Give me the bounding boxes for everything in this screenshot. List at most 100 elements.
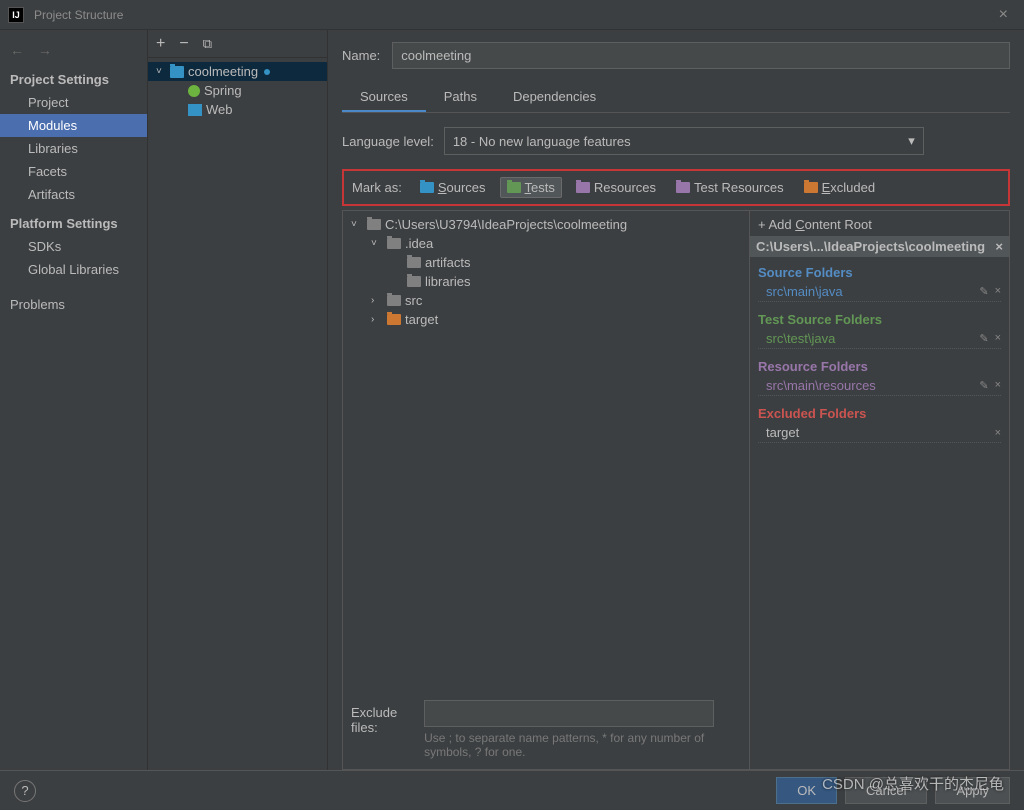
edit-icon[interactable]: ✎ — [979, 332, 988, 345]
language-level-select[interactable]: 18 - No new language features ▾ — [444, 127, 924, 155]
close-icon[interactable]: × — [991, 6, 1016, 24]
remove-root-icon[interactable]: × — [995, 239, 1003, 254]
tab-sources[interactable]: Sources — [342, 83, 426, 112]
help-icon[interactable]: ? — [14, 780, 36, 802]
dir-label: libraries — [425, 274, 471, 289]
exclude-files-input[interactable] — [424, 700, 714, 727]
mark-excluded-button[interactable]: Excluded — [798, 178, 881, 197]
chevron-down-icon: ▾ — [908, 133, 915, 149]
folder-path: src\main\java — [766, 284, 843, 299]
nav-facets[interactable]: Facets — [0, 160, 147, 183]
folder-icon — [420, 182, 434, 193]
detail-tabs: Sources Paths Dependencies — [342, 83, 1010, 113]
bottom-bar: ? OK Cancel Apply — [0, 770, 1024, 810]
excluded-folders-title: Excluded Folders — [758, 404, 1001, 423]
remove-icon[interactable]: × — [995, 332, 1001, 345]
chevron-down-icon[interactable]: ˅ — [371, 238, 383, 249]
facet-label: Spring — [204, 83, 242, 98]
dir-idea[interactable]: ˅ .idea — [343, 234, 749, 253]
module-list-panel: + − ⧉ ˅ coolmeeting Spring Web — [148, 30, 328, 770]
test-folder-item[interactable]: src\test\java ✎× — [758, 329, 1001, 349]
test-folders-title: Test Source Folders — [758, 310, 1001, 329]
dir-label: target — [405, 312, 438, 327]
nav-libraries[interactable]: Libraries — [0, 137, 147, 160]
test-folders-section: Test Source Folders src\test\java ✎× — [758, 310, 1001, 349]
dir-root[interactable]: ˅ C:\Users\U3794\IdeaProjects\coolmeetin… — [343, 215, 749, 234]
selection-dot-icon — [264, 69, 270, 75]
app-icon: IJ — [8, 7, 24, 23]
folder-icon — [407, 276, 421, 287]
module-toolbar: + − ⧉ — [148, 30, 327, 58]
nav-modules[interactable]: Modules — [0, 114, 147, 137]
edit-icon[interactable]: ✎ — [979, 285, 988, 298]
remove-icon[interactable]: − — [179, 35, 188, 53]
resource-folder-item[interactable]: src\main\resources ✎× — [758, 376, 1001, 396]
folder-icon — [387, 314, 401, 325]
nav-history: ← → — [0, 38, 147, 62]
source-folder-item[interactable]: src\main\java ✎ × — [758, 282, 1001, 302]
add-icon[interactable]: + — [156, 35, 165, 53]
folder-icon — [387, 238, 401, 249]
folder-icon — [804, 182, 818, 193]
dir-label: .idea — [405, 236, 433, 251]
language-level-label: Language level: — [342, 134, 434, 149]
window-title: Project Structure — [34, 8, 991, 22]
chevron-right-icon[interactable]: › — [371, 295, 383, 306]
content-split: ˅ C:\Users\U3794\IdeaProjects\coolmeetin… — [342, 210, 1010, 770]
remove-icon[interactable]: × — [995, 427, 1001, 439]
source-folders-title: Source Folders — [758, 263, 1001, 282]
mark-tests-label: ests — [531, 180, 555, 195]
dir-target[interactable]: › target — [343, 310, 749, 329]
apply-button[interactable]: Apply — [935, 777, 1010, 804]
add-content-root-button[interactable]: + Add Content Root — [758, 215, 1001, 234]
module-icon — [170, 66, 184, 78]
facet-web[interactable]: Web — [148, 100, 327, 119]
dir-label: artifacts — [425, 255, 471, 270]
resource-folders-title: Resource Folders — [758, 357, 1001, 376]
content-root-label: C:\Users\...\IdeaProjects\coolmeeting — [756, 239, 985, 254]
nav-artifacts[interactable]: Artifacts — [0, 183, 147, 206]
dir-libraries[interactable]: libraries — [343, 272, 749, 291]
cancel-button[interactable]: Cancel — [845, 777, 927, 804]
chevron-right-icon[interactable]: › — [371, 314, 383, 325]
copy-icon[interactable]: ⧉ — [203, 36, 212, 52]
mark-test-resources-button[interactable]: Test Resources — [670, 178, 790, 197]
edit-icon[interactable]: ✎ — [979, 379, 988, 392]
remove-icon[interactable]: × — [995, 285, 1001, 298]
content-roots-panel: + Add Content Root C:\Users\...\IdeaProj… — [750, 210, 1010, 770]
name-input[interactable] — [392, 42, 1010, 69]
nav-global-libraries[interactable]: Global Libraries — [0, 258, 147, 281]
nav-project[interactable]: Project — [0, 91, 147, 114]
module-root[interactable]: ˅ coolmeeting — [148, 62, 327, 81]
web-icon — [188, 104, 202, 116]
nav-sdks[interactable]: SDKs — [0, 235, 147, 258]
remove-icon[interactable]: × — [995, 379, 1001, 392]
name-label: Name: — [342, 48, 380, 63]
mark-sources-button[interactable]: Sources — [414, 178, 492, 197]
exclude-files-row: Exclude files: Use ; to separate name pa… — [351, 690, 741, 769]
folder-icon — [407, 257, 421, 268]
titlebar: IJ Project Structure × — [0, 0, 1024, 30]
folder-icon — [676, 182, 690, 193]
excluded-folder-item[interactable]: target × — [758, 423, 1001, 443]
dir-src[interactable]: › src — [343, 291, 749, 310]
directory-tree: ˅ C:\Users\U3794\IdeaProjects\coolmeetin… — [342, 210, 750, 770]
tab-paths[interactable]: Paths — [426, 83, 495, 112]
resource-folders-section: Resource Folders src\main\resources ✎× — [758, 357, 1001, 396]
content-root-path[interactable]: C:\Users\...\IdeaProjects\coolmeeting × — [750, 236, 1009, 257]
dir-artifacts[interactable]: artifacts — [343, 253, 749, 272]
chevron-down-icon[interactable]: ˅ — [351, 219, 363, 230]
section-project-settings: Project Settings — [0, 62, 147, 91]
language-level-value: 18 - No new language features — [453, 134, 631, 149]
back-arrow-icon[interactable]: ← — [10, 42, 24, 58]
forward-arrow-icon[interactable]: → — [38, 42, 52, 58]
mark-tests-button[interactable]: Tests — [500, 177, 562, 198]
chevron-down-icon[interactable]: ˅ — [156, 66, 166, 77]
facet-spring[interactable]: Spring — [148, 81, 327, 100]
tab-dependencies[interactable]: Dependencies — [495, 83, 614, 112]
folder-path: target — [766, 425, 799, 440]
nav-problems[interactable]: Problems — [0, 293, 147, 316]
exclude-files-label: Exclude files: — [351, 700, 414, 735]
mark-resources-button[interactable]: Resources — [570, 178, 662, 197]
ok-button[interactable]: OK — [776, 777, 837, 804]
